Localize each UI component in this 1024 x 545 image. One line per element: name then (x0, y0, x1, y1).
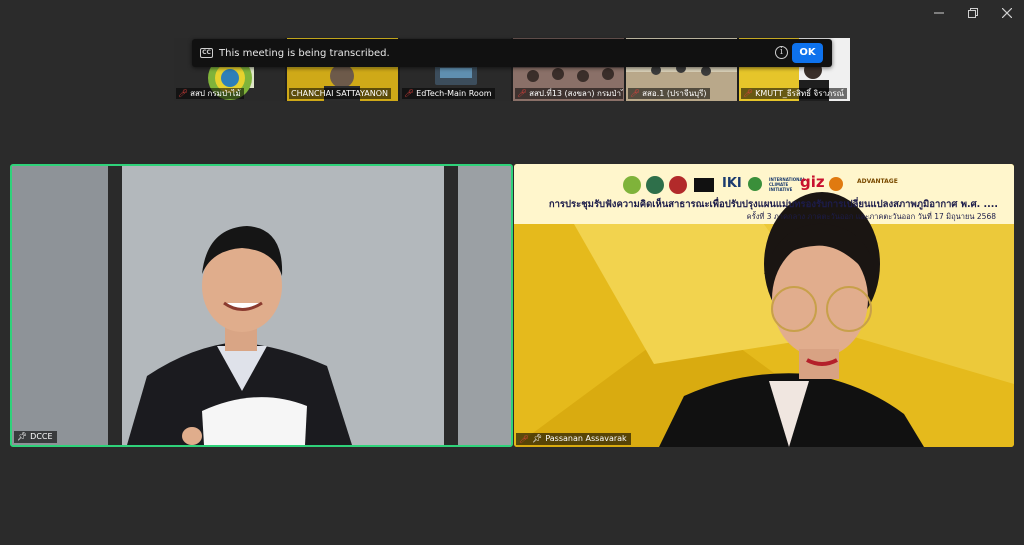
participant-name-tag: 📌︎ DCCE (14, 431, 57, 443)
giz-logo: giz (800, 173, 825, 191)
participant-name: CHANCHAI SATTAYANON (291, 89, 388, 98)
participant-name: DCCE (30, 432, 53, 441)
restore-button[interactable] (956, 0, 990, 26)
minimize-button[interactable] (922, 0, 956, 26)
participant-name-tag: 🎤︎ สสป.ที่13 (สงขลา) กรมป่าไม้ (515, 88, 623, 99)
mic-off-icon: 🎤︎ (519, 434, 530, 444)
ok-button[interactable]: OK (792, 43, 823, 63)
pin-icon: 📌︎ (532, 434, 543, 443)
slide-title: การประชุมรับฟังความคิดเห็นสาธารณะเพื่อปร… (548, 199, 998, 210)
transcription-banner: CC This meeting is being transcribed. i … (192, 39, 832, 67)
participant-name: สสอ.1 (ปราจีนบุรี) (642, 89, 707, 98)
participant-name-tag: 🎤︎ KMUTT_ธีรสิทธิ์ จิราภรณ์ (741, 88, 848, 99)
minimize-icon (934, 12, 944, 14)
mic-off-icon: 🎤︎ (517, 89, 528, 98)
mic-off-icon: 🎤︎ (630, 89, 641, 98)
iki-logo: IKI (722, 176, 742, 191)
participant-name-tag: 🎤︎ EdTech-Main Room (402, 88, 495, 99)
window-controls (922, 0, 1024, 26)
video-tile-dcce[interactable]: 📌︎ DCCE (10, 164, 513, 447)
close-icon (1002, 8, 1012, 18)
pin-icon: 📌︎ (17, 432, 28, 441)
mic-off-icon: 🎤︎ (743, 89, 754, 98)
participant-name: สสป.ที่13 (สงขลา) กรมป่าไม้ (529, 89, 623, 98)
advantage-logo: ADVANTAGE (857, 178, 898, 185)
participant-name: Passanan Assavarak (545, 434, 627, 443)
restore-icon (968, 8, 978, 18)
video-tile-passanan[interactable]: IKI INTERNATIONAL CLIMATE INITIATIVE giz… (514, 164, 1014, 447)
mic-off-icon: 🎤︎ (178, 89, 189, 98)
participant-name: สสป กรมป่าไม้ (190, 89, 241, 98)
close-button[interactable] (990, 0, 1024, 26)
info-icon[interactable]: i (775, 46, 788, 59)
video-frame (12, 166, 511, 445)
participant-name-tag: 🎤︎ สสป กรมป่าไม้ (176, 88, 244, 99)
closed-caption-icon: CC (200, 48, 213, 58)
participant-name-tag: 🎤︎ สสอ.1 (ปราจีนบุรี) (628, 88, 710, 99)
mic-off-icon: 🎤︎ (404, 89, 415, 98)
participant-name: EdTech-Main Room (416, 89, 492, 98)
participant-name-tag: CHANCHAI SATTAYANON (289, 88, 391, 99)
banner-message: This meeting is being transcribed. (219, 47, 390, 59)
slide-subtitle: ครั้งที่ 3 ภาคกลาง ภาคตะวันออก และภาคตะว… (746, 212, 996, 221)
participant-name-tag: 🎤︎ 📌︎ Passanan Assavarak (516, 433, 631, 445)
participant-name: KMUTT_ธีรสิทธิ์ จิราภรณ์ (755, 89, 845, 98)
